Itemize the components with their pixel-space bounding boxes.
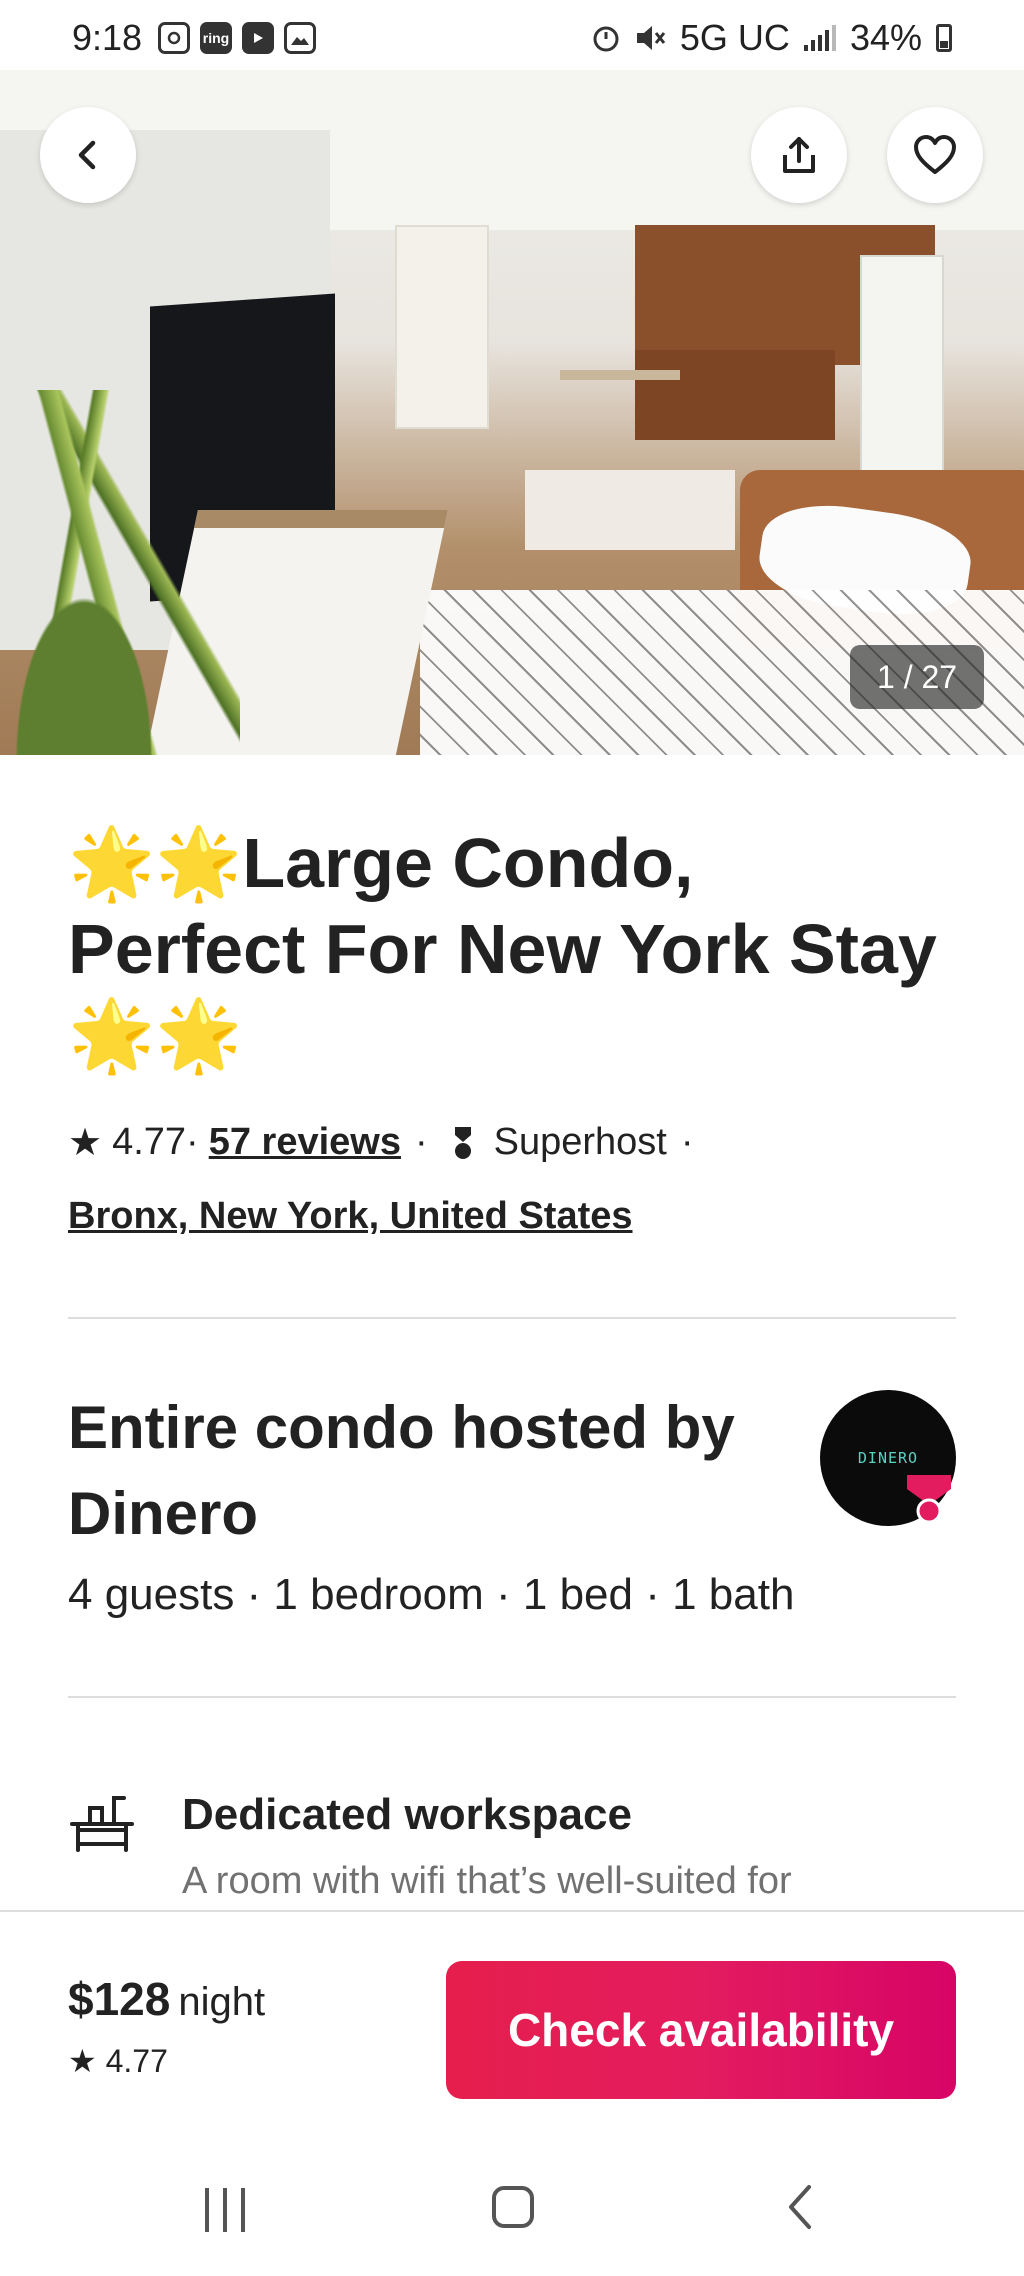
battery-icon [936,24,952,52]
share-icon [783,137,815,173]
superhost-badge-icon [454,1126,471,1159]
gallery-icon [284,22,316,54]
mute-icon [636,26,666,50]
listing-meta: ★ 4.77 · 57 reviews · Superhost · [68,1120,708,1165]
share-button[interactable] [751,107,847,203]
feature-title: Dedicated workspace [182,1790,632,1839]
system-navigation-bar [0,2146,1024,2276]
bottom-rating: ★ 4.77 [68,2042,168,2080]
status-time: 9:18 [72,17,143,58]
heart-icon [914,135,956,174]
star-icon: ★ [68,2043,97,2079]
separator: · [680,1121,694,1163]
back-button[interactable] [40,107,136,203]
youtube-icon [242,22,274,54]
signal-icon [803,25,836,51]
notification-icons: ring [158,22,316,54]
price-amount: $128 [68,1973,171,2025]
feature-description: A room with wifi that’s well-suited for [182,1860,792,1902]
status-bar: 9:18 ring 5G UC 34% [0,0,1024,70]
host-summary-title: Entire condo hosted by Dinero [68,1394,735,1547]
location-link[interactable]: Bronx, New York, United States [68,1195,633,1238]
reviews-link[interactable]: 57 reviews [209,1121,401,1164]
separator: · [414,1121,428,1163]
system-back-button[interactable] [785,2182,815,2232]
photo-counter: 1 / 27 [850,645,985,709]
chevron-left-icon [78,140,96,170]
battery-percent: 34% [849,17,922,58]
workspace-desk-icon [70,1796,134,1852]
instagram-icon [158,22,190,54]
divider [68,1696,956,1698]
save-to-wishlist-button[interactable] [887,107,983,203]
network-label: 5G UC [679,17,790,58]
bottom-rating-value: 4.77 [105,2043,168,2079]
rating-value: 4.77 [112,1121,187,1163]
recent-apps-button[interactable] [205,2188,245,2232]
price-per-night: $128 night [68,1972,265,2026]
alarm-icon [593,26,619,52]
superhost-avatar-badge [900,1468,958,1526]
system-indicators: 5G UC 34% [592,17,952,59]
capacity-summary: 4 guests · 1 bedroom · 1 bed · 1 bath [68,1570,795,1619]
price-unit: night [178,1980,266,2024]
check-availability-button[interactable]: Check availability [446,1961,956,2099]
divider [68,1317,956,1319]
separator: · [186,1121,199,1163]
superhost-badge-icon [907,1475,951,1524]
home-button[interactable] [492,2186,534,2228]
host-avatar-logo: DINERO [857,1449,919,1467]
booking-bar: $128 night ★ 4.77 Check availability [0,1910,1024,2148]
listing-title: 🌟🌟Large Condo, Perfect For New York Stay… [68,824,937,1074]
ring-icon: ring [200,22,232,54]
star-icon: ★ [68,1122,103,1164]
superhost-label: Superhost [493,1121,667,1163]
